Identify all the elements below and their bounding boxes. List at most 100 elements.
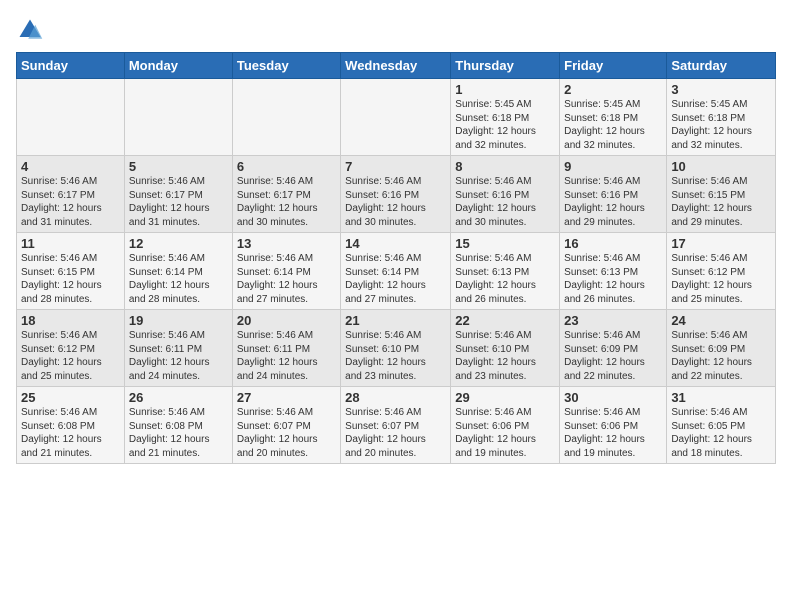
day-info: Sunrise: 5:46 AM Sunset: 6:14 PM Dayligh… (237, 252, 336, 306)
calendar-cell: 26Sunrise: 5:46 AM Sunset: 6:08 PM Dayli… (124, 387, 232, 464)
day-info: Sunrise: 5:46 AM Sunset: 6:15 PM Dayligh… (21, 252, 120, 306)
calendar-header-row: SundayMondayTuesdayWednesdayThursdayFrid… (17, 53, 776, 79)
day-info: Sunrise: 5:46 AM Sunset: 6:07 PM Dayligh… (345, 406, 446, 460)
day-number: 30 (564, 390, 662, 405)
calendar-cell (124, 79, 232, 156)
day-info: Sunrise: 5:46 AM Sunset: 6:05 PM Dayligh… (671, 406, 771, 460)
calendar-cell: 31Sunrise: 5:46 AM Sunset: 6:05 PM Dayli… (667, 387, 776, 464)
day-number: 12 (129, 236, 228, 251)
calendar-cell: 9Sunrise: 5:46 AM Sunset: 6:16 PM Daylig… (560, 156, 667, 233)
calendar-cell: 30Sunrise: 5:46 AM Sunset: 6:06 PM Dayli… (560, 387, 667, 464)
day-number: 9 (564, 159, 662, 174)
day-number: 22 (455, 313, 555, 328)
calendar-cell: 2Sunrise: 5:45 AM Sunset: 6:18 PM Daylig… (560, 79, 667, 156)
day-number: 5 (129, 159, 228, 174)
calendar-cell: 3Sunrise: 5:45 AM Sunset: 6:18 PM Daylig… (667, 79, 776, 156)
calendar-cell: 8Sunrise: 5:46 AM Sunset: 6:16 PM Daylig… (451, 156, 560, 233)
calendar-cell: 10Sunrise: 5:46 AM Sunset: 6:15 PM Dayli… (667, 156, 776, 233)
calendar-cell (232, 79, 340, 156)
day-number: 29 (455, 390, 555, 405)
day-info: Sunrise: 5:46 AM Sunset: 6:10 PM Dayligh… (345, 329, 446, 383)
day-number: 21 (345, 313, 446, 328)
day-number: 17 (671, 236, 771, 251)
day-number: 14 (345, 236, 446, 251)
calendar-cell: 12Sunrise: 5:46 AM Sunset: 6:14 PM Dayli… (124, 233, 232, 310)
day-number: 15 (455, 236, 555, 251)
day-info: Sunrise: 5:46 AM Sunset: 6:11 PM Dayligh… (237, 329, 336, 383)
day-info: Sunrise: 5:46 AM Sunset: 6:09 PM Dayligh… (564, 329, 662, 383)
day-number: 23 (564, 313, 662, 328)
calendar-cell: 25Sunrise: 5:46 AM Sunset: 6:08 PM Dayli… (17, 387, 125, 464)
calendar-cell: 17Sunrise: 5:46 AM Sunset: 6:12 PM Dayli… (667, 233, 776, 310)
day-info: Sunrise: 5:46 AM Sunset: 6:14 PM Dayligh… (345, 252, 446, 306)
day-info: Sunrise: 5:46 AM Sunset: 6:13 PM Dayligh… (455, 252, 555, 306)
calendar-cell: 7Sunrise: 5:46 AM Sunset: 6:16 PM Daylig… (341, 156, 451, 233)
day-info: Sunrise: 5:46 AM Sunset: 6:16 PM Dayligh… (564, 175, 662, 229)
day-header-thursday: Thursday (451, 53, 560, 79)
day-number: 31 (671, 390, 771, 405)
day-header-friday: Friday (560, 53, 667, 79)
day-header-saturday: Saturday (667, 53, 776, 79)
day-number: 4 (21, 159, 120, 174)
day-info: Sunrise: 5:45 AM Sunset: 6:18 PM Dayligh… (671, 98, 771, 152)
day-info: Sunrise: 5:45 AM Sunset: 6:18 PM Dayligh… (564, 98, 662, 152)
day-info: Sunrise: 5:46 AM Sunset: 6:17 PM Dayligh… (21, 175, 120, 229)
calendar-cell: 13Sunrise: 5:46 AM Sunset: 6:14 PM Dayli… (232, 233, 340, 310)
day-number: 10 (671, 159, 771, 174)
calendar-cell: 6Sunrise: 5:46 AM Sunset: 6:17 PM Daylig… (232, 156, 340, 233)
day-info: Sunrise: 5:46 AM Sunset: 6:14 PM Dayligh… (129, 252, 228, 306)
day-number: 13 (237, 236, 336, 251)
calendar-cell (341, 79, 451, 156)
day-info: Sunrise: 5:46 AM Sunset: 6:08 PM Dayligh… (21, 406, 120, 460)
calendar-cell: 20Sunrise: 5:46 AM Sunset: 6:11 PM Dayli… (232, 310, 340, 387)
logo-icon (16, 16, 44, 44)
day-header-tuesday: Tuesday (232, 53, 340, 79)
logo (16, 16, 48, 44)
day-info: Sunrise: 5:46 AM Sunset: 6:16 PM Dayligh… (345, 175, 446, 229)
day-number: 7 (345, 159, 446, 174)
day-number: 11 (21, 236, 120, 251)
day-info: Sunrise: 5:46 AM Sunset: 6:17 PM Dayligh… (237, 175, 336, 229)
day-number: 28 (345, 390, 446, 405)
day-header-wednesday: Wednesday (341, 53, 451, 79)
calendar-week-row: 18Sunrise: 5:46 AM Sunset: 6:12 PM Dayli… (17, 310, 776, 387)
calendar-cell: 15Sunrise: 5:46 AM Sunset: 6:13 PM Dayli… (451, 233, 560, 310)
day-number: 27 (237, 390, 336, 405)
day-number: 3 (671, 82, 771, 97)
calendar-cell: 19Sunrise: 5:46 AM Sunset: 6:11 PM Dayli… (124, 310, 232, 387)
calendar-cell: 11Sunrise: 5:46 AM Sunset: 6:15 PM Dayli… (17, 233, 125, 310)
calendar-cell: 23Sunrise: 5:46 AM Sunset: 6:09 PM Dayli… (560, 310, 667, 387)
calendar-cell (17, 79, 125, 156)
calendar-cell: 18Sunrise: 5:46 AM Sunset: 6:12 PM Dayli… (17, 310, 125, 387)
day-info: Sunrise: 5:46 AM Sunset: 6:16 PM Dayligh… (455, 175, 555, 229)
day-info: Sunrise: 5:46 AM Sunset: 6:08 PM Dayligh… (129, 406, 228, 460)
day-number: 18 (21, 313, 120, 328)
day-info: Sunrise: 5:46 AM Sunset: 6:17 PM Dayligh… (129, 175, 228, 229)
day-info: Sunrise: 5:46 AM Sunset: 6:07 PM Dayligh… (237, 406, 336, 460)
day-info: Sunrise: 5:46 AM Sunset: 6:12 PM Dayligh… (671, 252, 771, 306)
day-number: 25 (21, 390, 120, 405)
day-info: Sunrise: 5:46 AM Sunset: 6:12 PM Dayligh… (21, 329, 120, 383)
day-info: Sunrise: 5:46 AM Sunset: 6:09 PM Dayligh… (671, 329, 771, 383)
day-number: 6 (237, 159, 336, 174)
day-info: Sunrise: 5:46 AM Sunset: 6:13 PM Dayligh… (564, 252, 662, 306)
calendar-cell: 27Sunrise: 5:46 AM Sunset: 6:07 PM Dayli… (232, 387, 340, 464)
calendar-cell: 22Sunrise: 5:46 AM Sunset: 6:10 PM Dayli… (451, 310, 560, 387)
day-info: Sunrise: 5:46 AM Sunset: 6:11 PM Dayligh… (129, 329, 228, 383)
day-number: 8 (455, 159, 555, 174)
calendar-cell: 21Sunrise: 5:46 AM Sunset: 6:10 PM Dayli… (341, 310, 451, 387)
calendar: SundayMondayTuesdayWednesdayThursdayFrid… (16, 52, 776, 464)
calendar-cell: 24Sunrise: 5:46 AM Sunset: 6:09 PM Dayli… (667, 310, 776, 387)
day-info: Sunrise: 5:46 AM Sunset: 6:06 PM Dayligh… (564, 406, 662, 460)
calendar-cell: 1Sunrise: 5:45 AM Sunset: 6:18 PM Daylig… (451, 79, 560, 156)
calendar-cell: 5Sunrise: 5:46 AM Sunset: 6:17 PM Daylig… (124, 156, 232, 233)
day-info: Sunrise: 5:46 AM Sunset: 6:06 PM Dayligh… (455, 406, 555, 460)
day-number: 2 (564, 82, 662, 97)
header (16, 16, 776, 44)
day-number: 16 (564, 236, 662, 251)
calendar-week-row: 1Sunrise: 5:45 AM Sunset: 6:18 PM Daylig… (17, 79, 776, 156)
day-number: 24 (671, 313, 771, 328)
day-number: 19 (129, 313, 228, 328)
day-info: Sunrise: 5:45 AM Sunset: 6:18 PM Dayligh… (455, 98, 555, 152)
day-number: 1 (455, 82, 555, 97)
